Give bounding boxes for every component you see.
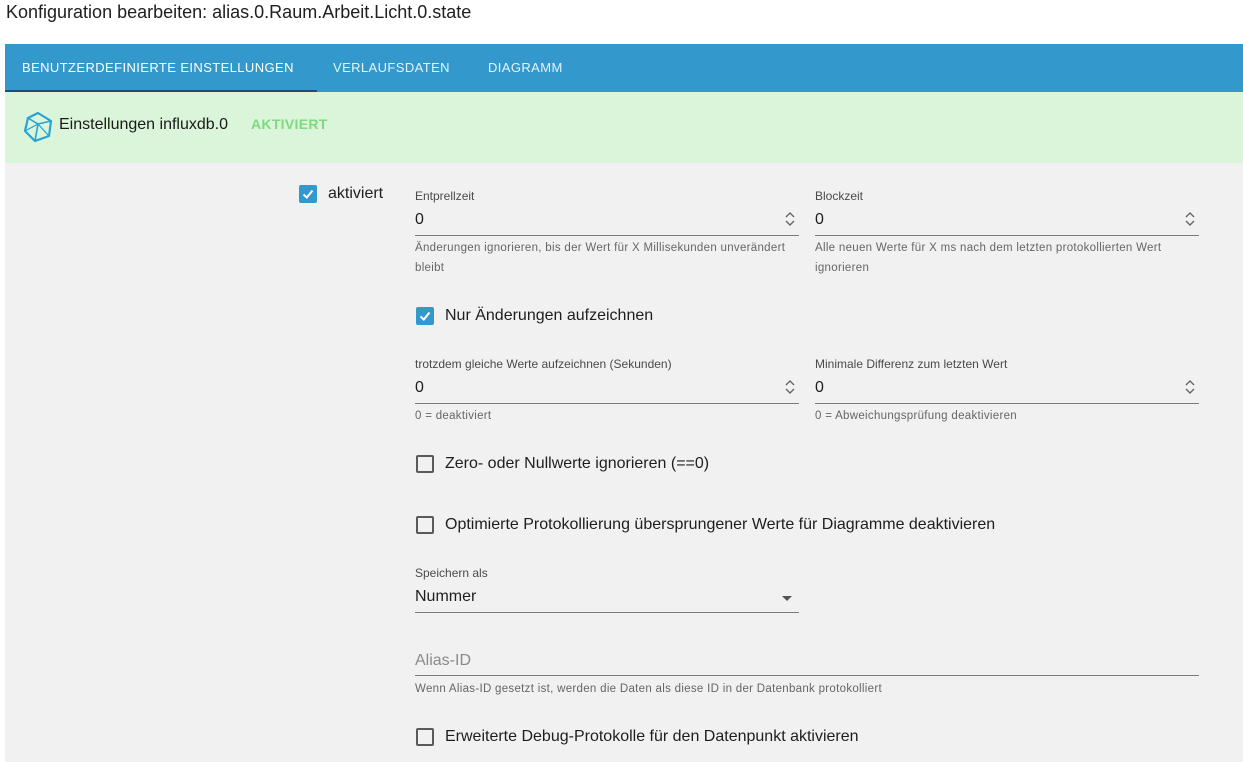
debug-checkbox[interactable] [416,728,434,746]
disable-skipped-label: Optimierte Protokollierung übersprungene… [445,516,996,533]
tab-bar: Benutzerdefinierte Einstellungen Verlauf… [5,44,1243,92]
tab-custom-settings[interactable]: Benutzerdefinierte Einstellungen [22,44,294,92]
blocktime-spinner-icon[interactable] [1183,210,1197,228]
changes-relog-underline [415,403,799,404]
tab-history-data[interactable]: Verlaufsdaten [333,44,450,92]
changes-only-checkbox[interactable] [416,307,434,325]
min-delta-input[interactable]: 0 [815,379,824,397]
page-title: Konfiguration bearbeiten: alias.0.Raum.A… [6,2,472,22]
debounce-label: Entprellzeit [415,189,475,203]
alias-id-input[interactable]: Alias-ID [415,652,471,670]
checkmark-icon [302,189,314,199]
debounce-underline [415,235,799,236]
blocktime-label: Blockzeit [815,189,864,203]
settings-panel: aktiviert Entprellzeit 0 Änderungen igno… [5,163,1243,762]
storage-type-underline [415,612,799,613]
debounce-input[interactable]: 0 [415,211,424,229]
alias-id-helper: Wenn Alias-ID gesetzt ist, werden die Da… [415,683,882,695]
changes-only-label: Nur Änderungen aufzeichnen [445,307,654,324]
changes-relog-label: trotzdem gleiche Werte aufzeichnen (Seku… [415,357,672,371]
min-delta-underline [815,403,1199,404]
checkmark-icon [419,311,431,321]
blocktime-input[interactable]: 0 [815,211,824,229]
storage-type-select[interactable]: Nummer [415,588,476,606]
ignore-zero-label: Zero- oder Nullwerte ignorieren (==0) [445,455,710,472]
tab-chart[interactable]: Diagramm [488,44,563,92]
changes-relog-helper: 0 = deaktiviert [415,410,492,422]
blocktime-underline [815,235,1199,236]
enabled-checkbox[interactable] [299,185,317,203]
instance-banner: Einstellungen influxdb.0 AKTIVIERT [5,92,1243,163]
debounce-spinner-icon[interactable] [783,210,797,228]
min-delta-helper: 0 = Abweichungsprüfung deaktivieren [815,410,1017,422]
status-badge: AKTIVIERT [251,116,328,132]
debounce-helper: Änderungen ignorieren, bis der Wert für … [415,242,786,274]
enabled-label: aktiviert [328,185,384,202]
changes-relog-spinner-icon[interactable] [783,378,797,396]
chevron-down-icon[interactable] [782,596,792,601]
alias-id-underline [415,675,1199,676]
debug-label: Erweiterte Debug-Protokolle für den Date… [445,728,859,745]
ignore-zero-checkbox[interactable] [416,455,434,473]
influxdb-icon [23,111,53,143]
storage-type-label: Speichern als [415,566,488,580]
instance-name: Einstellungen influxdb.0 [59,116,229,133]
min-delta-label: Minimale Differenz zum letzten Wert [815,357,1008,371]
changes-relog-input[interactable]: 0 [415,379,424,397]
blocktime-helper: Alle neuen Werte für X ms nach dem letzt… [815,242,1162,274]
disable-skipped-checkbox[interactable] [416,516,434,534]
min-delta-spinner-icon[interactable] [1183,378,1197,396]
